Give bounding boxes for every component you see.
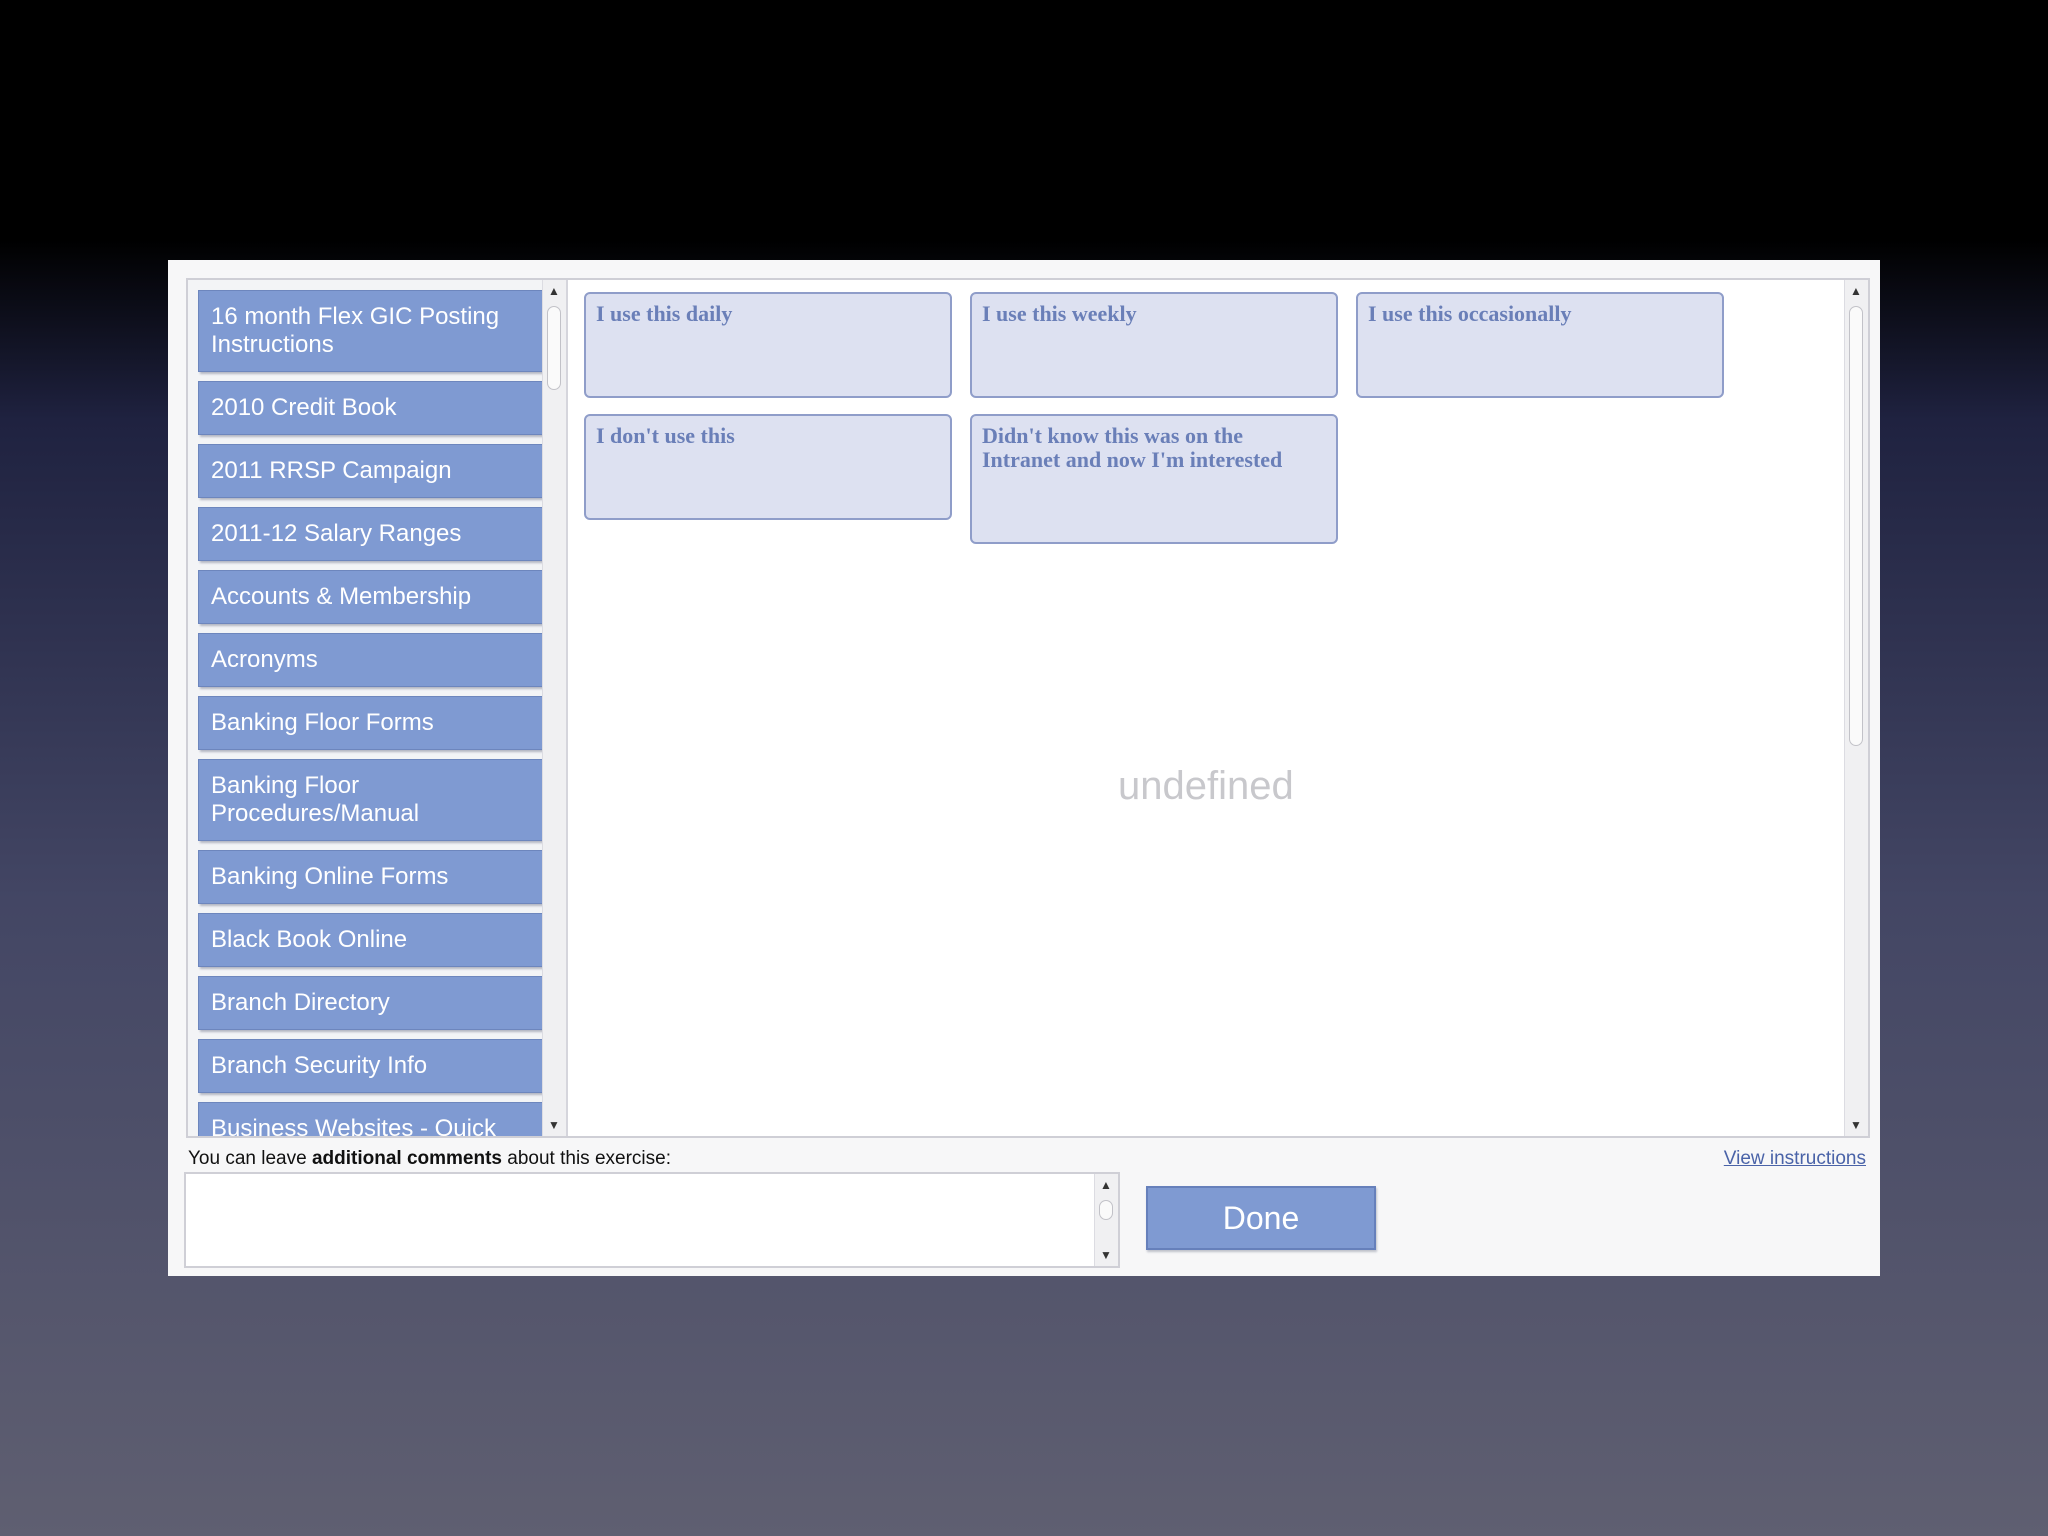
card-item[interactable]: Acronyms — [198, 633, 544, 687]
comments-textarea[interactable]: ▲ ▼ — [184, 1172, 1120, 1268]
card-item[interactable]: Branch Directory — [198, 976, 544, 1030]
card-item[interactable]: 2010 Credit Book — [198, 381, 544, 435]
category-daily[interactable]: I use this daily — [584, 292, 952, 398]
scroll-thumb[interactable] — [1849, 306, 1863, 746]
scroll-down-arrow-icon[interactable]: ▼ — [1845, 1114, 1867, 1136]
card-item[interactable]: Banking Online Forms — [198, 850, 544, 904]
comments-scrollbar[interactable]: ▲ ▼ — [1094, 1174, 1118, 1266]
category-area: I use this daily I use this weekly I use… — [570, 280, 1844, 1136]
scroll-up-arrow-icon[interactable]: ▲ — [1095, 1174, 1117, 1196]
comments-label: You can leave additional comments about … — [188, 1148, 671, 1169]
scroll-down-arrow-icon[interactable]: ▼ — [543, 1114, 565, 1136]
card-item[interactable]: Banking Floor Procedures/Manual — [198, 759, 544, 841]
scroll-up-arrow-icon[interactable]: ▲ — [1845, 280, 1867, 302]
card-sort-panel: 16 month Flex GIC Posting Instructions 2… — [168, 260, 1880, 1276]
card-item[interactable]: Business Websites - Quick — [198, 1102, 544, 1136]
card-item[interactable]: 2011-12 Salary Ranges — [198, 507, 544, 561]
category-interested[interactable]: Didn't know this was on the Intranet and… — [970, 414, 1338, 544]
scroll-up-arrow-icon[interactable]: ▲ — [543, 280, 565, 302]
card-item[interactable]: Black Book Online — [198, 913, 544, 967]
card-item[interactable]: 16 month Flex GIC Posting Instructions — [198, 290, 544, 372]
card-item[interactable]: 2011 RRSP Campaign — [198, 444, 544, 498]
card-list: 16 month Flex GIC Posting Instructions 2… — [198, 290, 544, 1136]
sort-frame: 16 month Flex GIC Posting Instructions 2… — [186, 278, 1870, 1138]
card-item[interactable]: Banking Floor Forms — [198, 696, 544, 750]
card-list-scrollbar[interactable]: ▲ ▼ — [542, 280, 566, 1136]
category-occasionally[interactable]: I use this occasionally — [1356, 292, 1724, 398]
done-button[interactable]: Done — [1146, 1186, 1376, 1250]
category-dont-use[interactable]: I don't use this — [584, 414, 952, 520]
scroll-thumb[interactable] — [1099, 1200, 1113, 1220]
card-item[interactable]: Accounts & Membership — [198, 570, 544, 624]
scroll-down-arrow-icon[interactable]: ▼ — [1095, 1244, 1117, 1266]
category-scrollbar[interactable]: ▲ ▼ — [1844, 280, 1868, 1136]
card-item[interactable]: Branch Security Info — [198, 1039, 544, 1093]
drop-area-placeholder: undefined — [1118, 764, 1294, 808]
scroll-thumb[interactable] — [547, 306, 561, 390]
category-weekly[interactable]: I use this weekly — [970, 292, 1338, 398]
card-list-column: 16 month Flex GIC Posting Instructions 2… — [188, 280, 568, 1136]
view-instructions-link[interactable]: View instructions — [1724, 1148, 1866, 1170]
